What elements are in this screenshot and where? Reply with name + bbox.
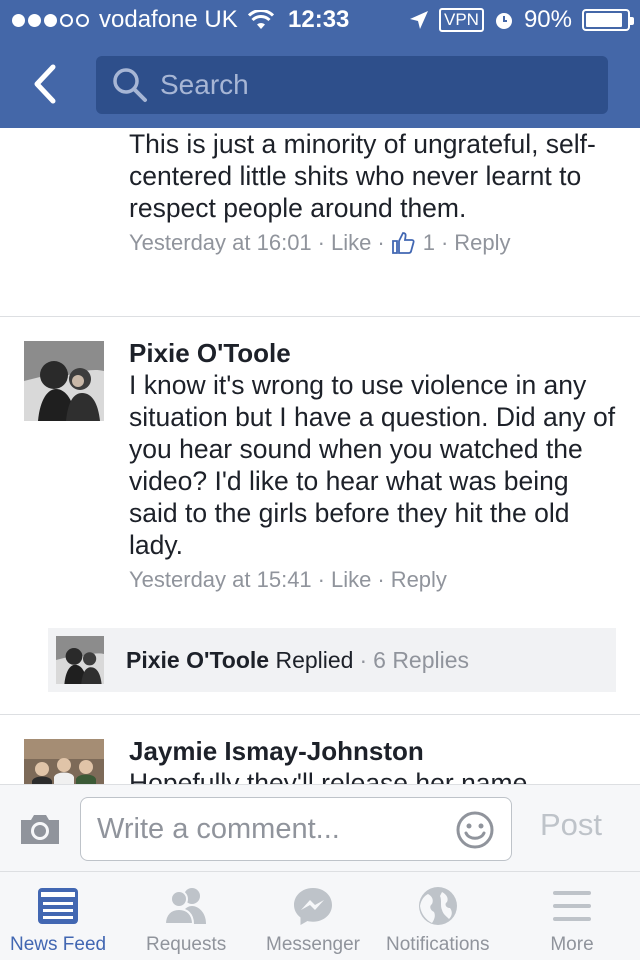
messenger-icon bbox=[294, 888, 332, 925]
tab-label: Requests bbox=[146, 934, 227, 955]
tab-news-feed[interactable]: News Feed bbox=[10, 886, 106, 956]
reply-link[interactable]: Reply bbox=[454, 230, 510, 256]
commenter-name[interactable]: Pixie O'Toole bbox=[129, 337, 619, 369]
avatar bbox=[56, 636, 104, 684]
comment-divider bbox=[0, 316, 640, 317]
tab-label: Messenger bbox=[266, 934, 360, 955]
comment: Jaymie Ismay-Johnston Hopefully they'll … bbox=[129, 735, 619, 784]
vpn-badge: VPN bbox=[438, 8, 484, 32]
news-feed-icon bbox=[38, 888, 79, 924]
tab-requests[interactable]: Requests bbox=[146, 886, 226, 956]
camera-button[interactable] bbox=[18, 811, 62, 852]
commenter-name[interactable]: Jaymie Ismay-Johnston bbox=[129, 735, 619, 767]
carrier-name: vodafone UK bbox=[99, 6, 238, 33]
back-button[interactable] bbox=[22, 58, 68, 110]
comment-timestamp: Yesterday at 15:41 bbox=[129, 567, 312, 592]
reply-link[interactable]: Reply bbox=[391, 567, 447, 593]
reply-count-separator: · bbox=[359, 646, 368, 673]
search-input[interactable]: Search bbox=[96, 56, 608, 114]
battery-icon bbox=[582, 9, 634, 31]
chevron-left-icon bbox=[34, 64, 56, 104]
tab-label: News Feed bbox=[10, 934, 107, 955]
search-placeholder: Search bbox=[160, 69, 249, 100]
tab-label: Notifications bbox=[386, 934, 490, 955]
reply-count: 6 Replies bbox=[373, 646, 470, 673]
replier-name: Pixie O'Toole bbox=[126, 646, 270, 673]
comment-composer: Write a comment... Post bbox=[0, 784, 640, 872]
comment-meta: Yesterday at 15:41 · Like · Reply bbox=[129, 567, 447, 593]
comment-placeholder: Write a comment... bbox=[97, 812, 340, 845]
comments-feed[interactable]: This is just a minority of ungrateful, s… bbox=[0, 128, 640, 784]
like-count: 1 bbox=[422, 230, 435, 255]
tab-more[interactable]: More bbox=[550, 886, 594, 956]
comment-text: This is just a minority of ungrateful, s… bbox=[129, 129, 596, 223]
carrier-group: vodafone UK bbox=[12, 6, 274, 34]
hamburger-menu-icon bbox=[553, 891, 591, 921]
tab-messenger[interactable]: Messenger bbox=[266, 886, 360, 956]
battery-percent: 90% bbox=[523, 6, 572, 33]
globe-icon bbox=[418, 887, 457, 925]
reply-action: Replied bbox=[275, 646, 354, 673]
clock: 12:33 bbox=[288, 6, 350, 33]
comment-text: Hopefully they'll release her name bbox=[129, 768, 528, 784]
view-replies-button[interactable]: Pixie O'Toole Replied · 6 Replies bbox=[48, 628, 616, 692]
comment-timestamp: Yesterday at 16:01 bbox=[129, 230, 312, 255]
thumbs-up-icon bbox=[391, 232, 415, 254]
comment: Pixie O'Toole I know it's wrong to use v… bbox=[129, 337, 619, 593]
alarm-icon bbox=[495, 13, 512, 29]
camera-icon bbox=[21, 815, 59, 844]
app-header: vodafone UK 12:33 VPN 90% Search bbox=[0, 0, 640, 128]
post-button[interactable]: Post bbox=[540, 807, 602, 843]
sticker-button[interactable] bbox=[455, 810, 495, 858]
comment-text: I know it's wrong to use violence in any… bbox=[129, 370, 616, 560]
smiley-icon bbox=[456, 811, 494, 849]
status-bar: vodafone UK 12:33 VPN 90% bbox=[0, 0, 640, 40]
like-link[interactable]: Like bbox=[331, 230, 371, 256]
comment-meta: Yesterday at 16:01 · Like · 1 · Reply bbox=[129, 230, 511, 256]
comment-divider bbox=[0, 714, 640, 715]
tab-notifications[interactable]: Notifications bbox=[386, 886, 490, 956]
status-right: VPN 90% bbox=[409, 6, 634, 34]
signal-strength-icon bbox=[12, 13, 89, 27]
tab-label: More bbox=[550, 934, 594, 955]
like-link[interactable]: Like bbox=[331, 567, 371, 593]
search-icon bbox=[113, 68, 147, 102]
comment: This is just a minority of ungrateful, s… bbox=[129, 128, 619, 256]
reply-summary: Pixie O'Toole Replied bbox=[126, 647, 353, 674]
friend-requests-icon bbox=[164, 888, 207, 925]
comment-input[interactable]: Write a comment... bbox=[80, 797, 512, 861]
wifi-icon bbox=[247, 10, 274, 29]
avatar[interactable] bbox=[24, 739, 104, 784]
tab-bar: News Feed Requests Messenger Notificatio… bbox=[0, 872, 640, 960]
location-arrow-icon bbox=[409, 11, 428, 29]
avatar[interactable] bbox=[24, 341, 104, 421]
